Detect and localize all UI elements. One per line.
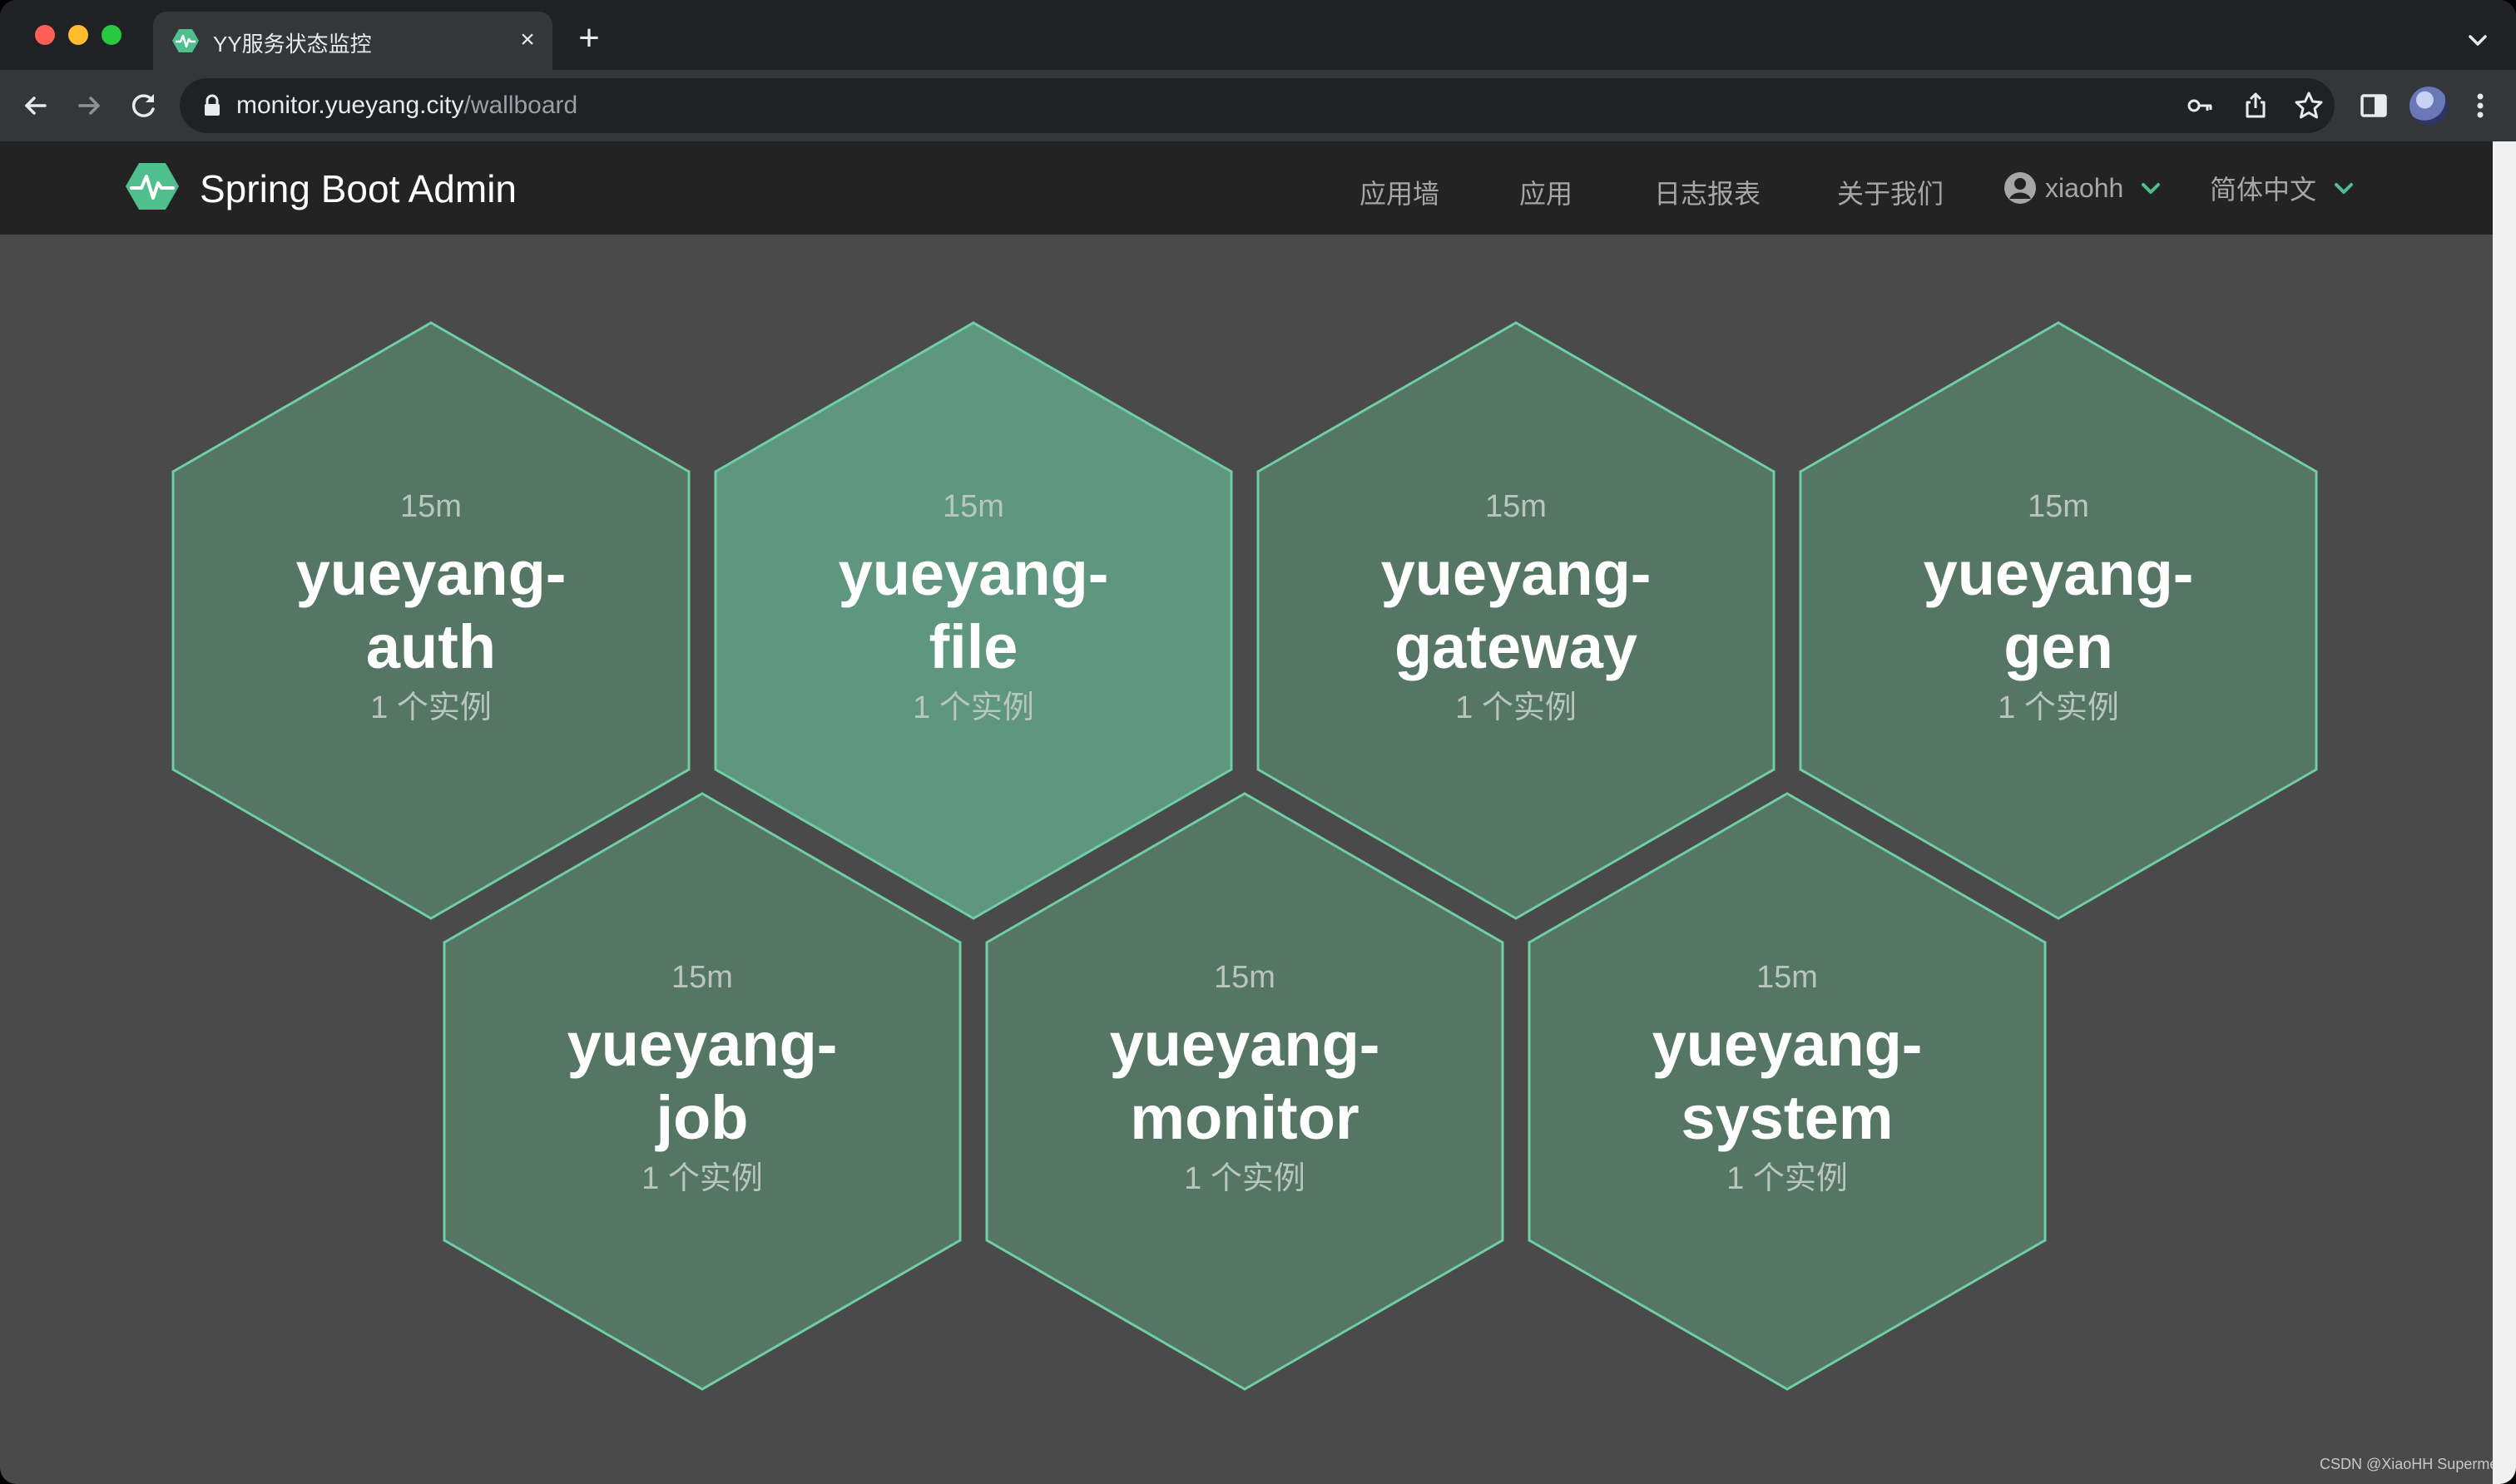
application-instance-count: 1 个实例	[913, 690, 1034, 725]
application-instance-count: 1 个实例	[1726, 1161, 1848, 1196]
tab-close-icon[interactable]: ×	[511, 23, 544, 57]
application-name-line2: auth	[365, 612, 497, 681]
application-name-line2: system	[1681, 1083, 1894, 1152]
share-icon[interactable]	[2240, 90, 2271, 121]
application-name: yueyang-auth	[173, 537, 689, 684]
reload-icon	[131, 94, 155, 117]
spring-boot-admin-favicon-icon	[172, 29, 199, 52]
profile-avatar[interactable]	[2410, 87, 2448, 125]
address-bar[interactable]: monitor.yueyang.city/wallboard	[180, 78, 2335, 133]
hexagon-layer	[171, 321, 2318, 1391]
page-scrollbar[interactable]	[2493, 141, 2516, 1484]
application-card[interactable]: 15m yueyang-monitor 1 个实例	[987, 957, 1503, 1200]
application-name-line1: yueyang-	[1109, 1010, 1380, 1079]
key-icon[interactable]	[2185, 90, 2216, 121]
application-uptime: 15m	[1756, 960, 1818, 995]
arrow-left-icon	[25, 96, 47, 115]
application-name-line2: job	[656, 1083, 749, 1152]
application-card[interactable]: 15m yueyang-system 1 个实例	[1529, 957, 2045, 1200]
bookmark-star-icon[interactable]	[2293, 90, 2325, 121]
application-uptime: 15m	[943, 489, 1004, 524]
tab-search-chevron-icon[interactable]	[2463, 25, 2493, 55]
application-name: yueyang-gen	[1800, 537, 2316, 684]
application-uptime: 15m	[1485, 489, 1547, 524]
application-name: yueyang-monitor	[987, 1008, 1503, 1155]
url-path: /wallboard	[463, 92, 578, 119]
application-uptime: 15m	[400, 489, 462, 524]
application-name: yueyang-gateway	[1258, 537, 1774, 684]
application-name-line2: file	[929, 612, 1018, 681]
application-card[interactable]: 15m yueyang-gateway 1 个实例	[1258, 486, 1774, 729]
application-name-line1: yueyang-	[567, 1010, 838, 1079]
application-instance-count: 1 个实例	[370, 690, 492, 725]
minimize-window-button[interactable]	[68, 25, 88, 45]
close-window-button[interactable]	[35, 25, 55, 45]
application-name-line1: yueyang-	[1652, 1010, 1923, 1079]
application-instance-count: 1 个实例	[1184, 1161, 1305, 1196]
application-name: yueyang-job	[444, 1008, 960, 1155]
url-host: monitor.yueyang.city	[236, 92, 464, 119]
application-card[interactable]: 15m yueyang-gen 1 个实例	[1800, 486, 2316, 729]
page-viewport: Spring Boot Admin 应用墙 应用 日志报表 关于我们 xiaoh…	[0, 141, 2493, 1484]
application-wallboard: 15m yueyang-auth 1 个实例 15m yueyang-file 1 个实例…	[0, 141, 2493, 1484]
application-uptime: 15m	[671, 960, 733, 995]
browser-window: YY服务状态监控 × + monitor.yueyang.city/wallbo…	[0, 0, 2516, 1484]
maximize-window-button[interactable]	[102, 25, 121, 45]
lock-icon[interactable]	[201, 94, 223, 117]
tab-title: YY服务状态监控	[213, 32, 372, 57]
application-card[interactable]: 15m yueyang-auth 1 个实例	[173, 486, 689, 729]
new-tab-button[interactable]: +	[569, 20, 609, 60]
reload-button[interactable]	[125, 87, 163, 125]
application-name-line2: gateway	[1394, 612, 1638, 681]
application-name-line1: yueyang-	[838, 539, 1109, 608]
application-uptime: 15m	[2028, 489, 2089, 524]
application-instance-count: 1 个实例	[1998, 690, 2119, 725]
url-text[interactable]: monitor.yueyang.city/wallboard	[236, 92, 577, 120]
application-name-line1: yueyang-	[1380, 539, 1652, 608]
side-panel-icon[interactable]	[2355, 87, 2393, 125]
back-button[interactable]	[17, 87, 55, 125]
application-name: yueyang-system	[1529, 1008, 2045, 1155]
application-name-line1: yueyang-	[295, 539, 567, 608]
application-instance-count: 1 个实例	[1455, 690, 1577, 725]
application-card[interactable]: 15m yueyang-job 1 个实例	[444, 957, 960, 1200]
browser-toolbar: monitor.yueyang.city/wallboard	[0, 70, 2516, 141]
active-tab[interactable]: YY服务状态监控 ×	[153, 12, 552, 70]
more-menu-icon[interactable]	[2461, 87, 2499, 125]
tab-strip: YY服务状态监控 × +	[0, 0, 2516, 70]
application-name-line2: gen	[2003, 612, 2113, 681]
application-uptime: 15m	[1214, 960, 1275, 995]
watermark: CSDN @XiaoHH Superme	[2320, 1456, 2493, 1472]
application-card[interactable]: 15m yueyang-file 1 个实例	[716, 486, 1231, 729]
forward-button[interactable]	[70, 87, 108, 125]
application-name-line2: monitor	[1130, 1083, 1360, 1152]
application-name: yueyang-file	[716, 537, 1231, 684]
arrow-right-icon	[78, 96, 100, 115]
application-instance-count: 1 个实例	[641, 1161, 763, 1196]
application-name-line1: yueyang-	[1923, 539, 2194, 608]
